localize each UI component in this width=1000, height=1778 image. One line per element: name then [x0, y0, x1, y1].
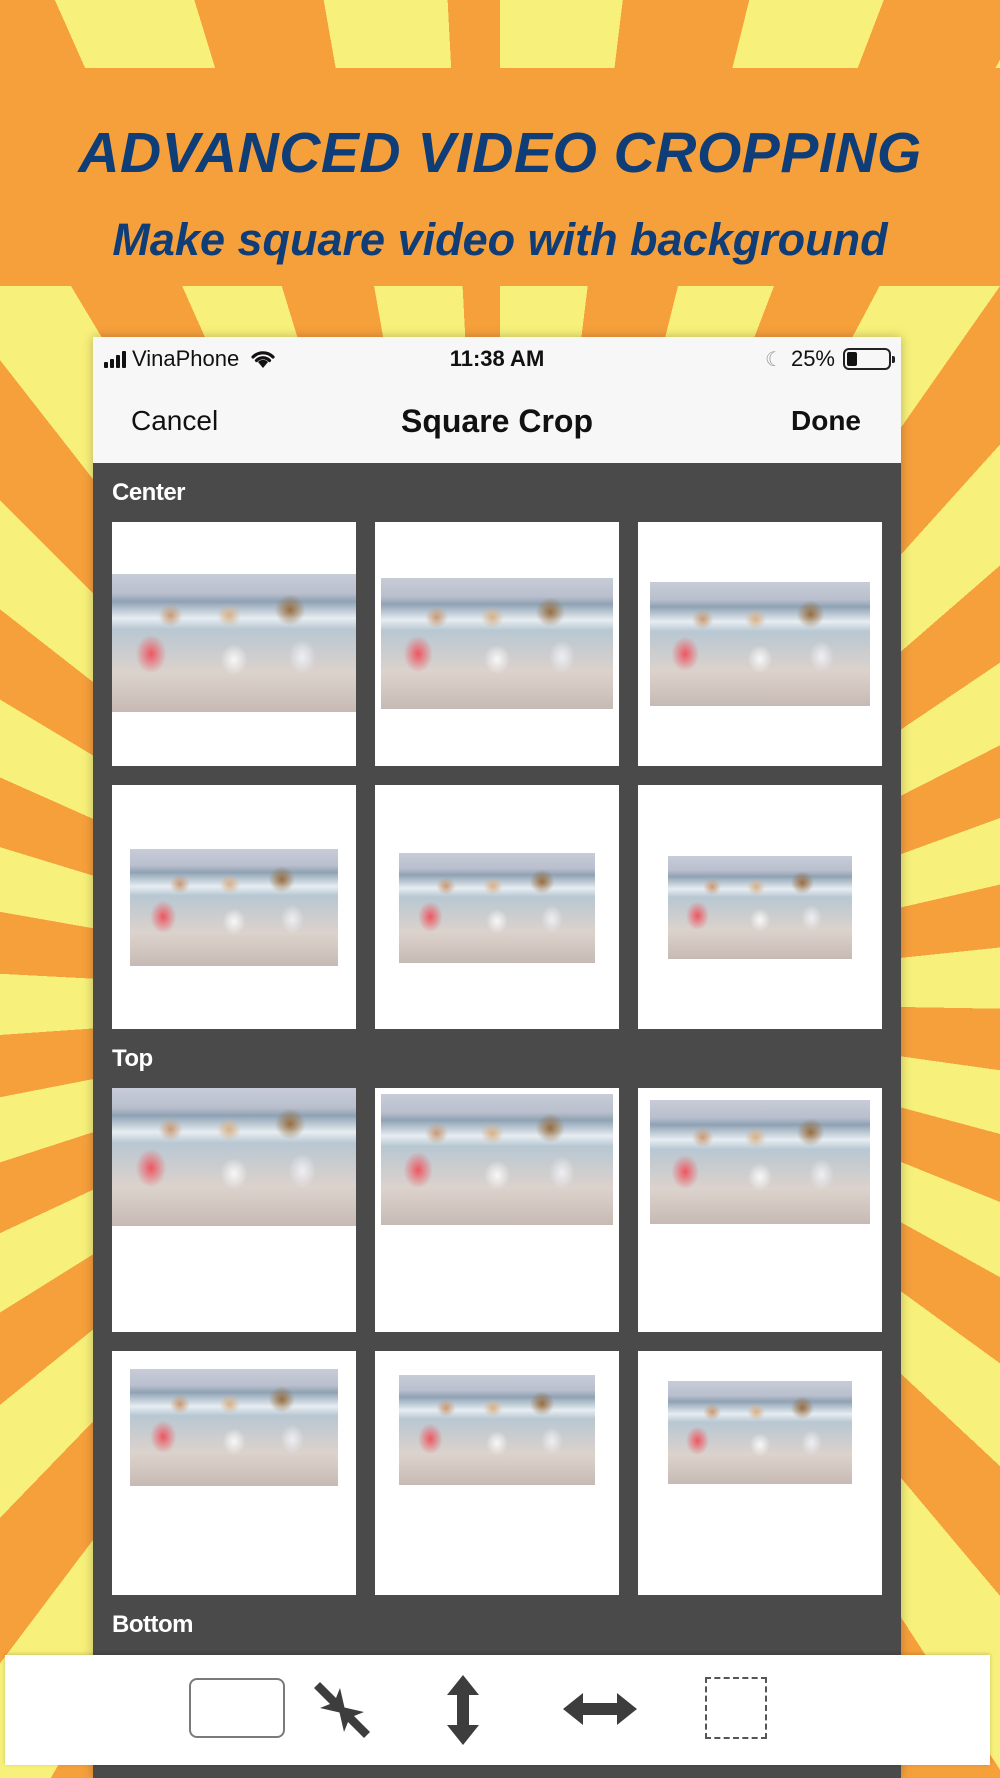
crop-options-grid: Center Top Bottom	[93, 463, 901, 1778]
video-thumbnail	[399, 853, 595, 963]
promo-subheadline: Make square video with background	[112, 214, 888, 265]
video-thumbnail	[650, 582, 870, 706]
video-thumbnail	[650, 1100, 870, 1224]
crop-option-top-large[interactable]	[375, 1088, 619, 1332]
crop-option-center-fill[interactable]	[112, 522, 356, 766]
crop-option-top-medium[interactable]	[638, 1088, 882, 1332]
video-thumbnail	[381, 578, 613, 709]
crop-option-center-small-3[interactable]	[638, 785, 882, 1029]
section-label-bottom: Bottom	[112, 1611, 193, 1638]
vertical-arrows-icon[interactable]	[443, 1675, 483, 1745]
video-thumbnail	[399, 1375, 595, 1485]
crop-option-top-small-2[interactable]	[375, 1351, 619, 1595]
battery-percent: 25%	[790, 346, 835, 371]
crop-option-center-small-1[interactable]	[112, 785, 356, 1029]
video-thumbnail	[130, 849, 338, 966]
section-label-center: Center	[112, 479, 186, 506]
do-not-disturb-icon: ☾	[765, 348, 783, 371]
navigation-bar: Cancel Square Crop Done	[93, 383, 901, 463]
crop-option-center-small-2[interactable]	[375, 785, 619, 1029]
dashed-square-icon[interactable]	[705, 1677, 767, 1739]
video-thumbnail	[130, 1369, 338, 1486]
crop-option-center-large[interactable]	[375, 522, 619, 766]
video-thumbnail	[112, 574, 356, 712]
promo-headline: ADVANCED VIDEO CROPPING	[78, 121, 922, 185]
done-button[interactable]: Done	[791, 405, 861, 437]
crop-option-top-fill[interactable]	[112, 1088, 356, 1332]
crop-option-top-small-1[interactable]	[112, 1351, 356, 1595]
video-thumbnail	[381, 1094, 613, 1225]
section-label-top: Top	[112, 1045, 153, 1072]
video-thumbnail	[668, 856, 852, 959]
crop-option-center-medium[interactable]	[638, 522, 882, 766]
rectangle-frame-icon[interactable]	[189, 1678, 285, 1738]
crop-toolbar	[5, 1655, 990, 1765]
shrink-arrows-icon[interactable]	[312, 1680, 372, 1740]
video-thumbnail	[668, 1381, 852, 1484]
phone-screen: VinaPhone 11:38 AM ☾ 25% Cancel Square C…	[93, 337, 901, 1778]
horizontal-arrows-icon[interactable]	[563, 1689, 637, 1729]
video-thumbnail	[112, 1088, 356, 1226]
crop-option-top-small-3[interactable]	[638, 1351, 882, 1595]
battery-icon	[843, 348, 895, 370]
status-bar: VinaPhone 11:38 AM ☾ 25%	[93, 337, 901, 383]
cancel-button[interactable]: Cancel	[131, 405, 218, 437]
